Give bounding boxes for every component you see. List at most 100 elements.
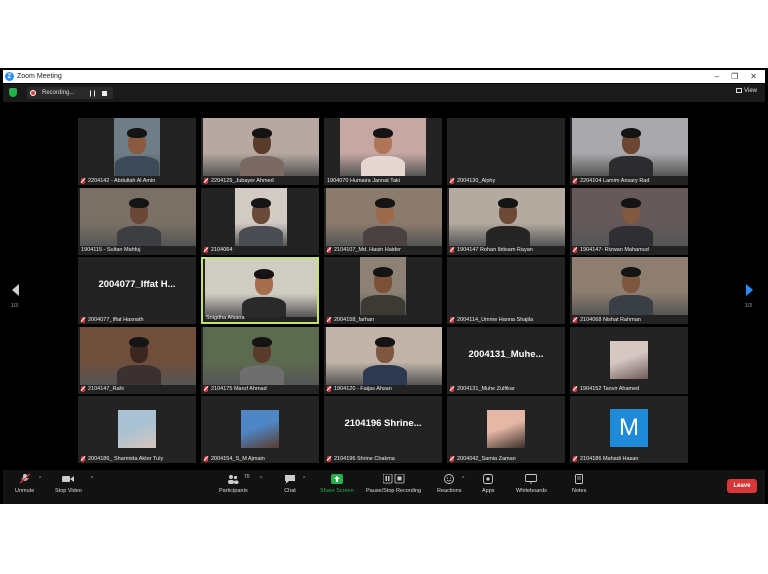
participant-video xyxy=(360,257,406,316)
participant-hair xyxy=(621,197,641,208)
pause-recording-icon[interactable]: ❙❙ xyxy=(88,90,97,97)
participant-hair xyxy=(127,128,147,138)
page-indicator-left: 1/3 xyxy=(11,303,18,309)
participant-tile-2104196-shrine-chakma[interactable]: 2104196 Shrine... 2104196 Shrine Chakma xyxy=(324,396,442,464)
participant-name-label: 2004158_farhan xyxy=(324,315,442,324)
participant-tile-2104186-mahadi-hasan[interactable]: M 2104186 Mahadi Hasan xyxy=(570,396,688,464)
participant-tile-2104068-nishat-rahman[interactable]: 2104068 Nishat Rahman xyxy=(570,257,688,325)
participant-body xyxy=(117,364,161,385)
participant-video xyxy=(203,326,319,385)
participant-tile-2004130-alphy[interactable]: 2004130_Alphy xyxy=(447,118,565,185)
participant-tile-2104107-md-hasin-haider[interactable]: 2104107_Md. Hasin Haider xyxy=(324,187,442,255)
participant-name-label: 2004042_Samia Zaman xyxy=(447,454,565,463)
participant-video xyxy=(80,326,196,385)
participant-body xyxy=(609,156,653,176)
participant-video xyxy=(80,187,196,246)
share-screen-button[interactable]: Share Screen xyxy=(320,474,354,494)
unmute-label: Unmute xyxy=(15,488,35,494)
participant-display-name: 2104196 Shrine... xyxy=(344,418,422,430)
next-page-arrow-icon[interactable] xyxy=(746,284,753,296)
leave-button[interactable]: Leave xyxy=(727,479,757,493)
notes-button[interactable]: Notes xyxy=(572,474,586,494)
participant-tile-1904152-tanvir-ahamed[interactable]: 1904152 Tanvir Ahamed xyxy=(570,326,688,394)
participant-name-label: 1904152 Tanvir Ahamed xyxy=(570,385,688,394)
participant-name: 2104064 xyxy=(211,247,233,254)
participant-hair xyxy=(251,197,271,208)
close-icon[interactable]: ✕ xyxy=(750,72,757,81)
participant-name: 2204104 Lamim Ansary Rad xyxy=(580,177,650,184)
unmute-button[interactable]: Unmute xyxy=(15,474,34,494)
participant-tile-2004114-umme-hanna-shajila[interactable]: 2004114_Umme Hanna Shajila xyxy=(447,257,565,325)
participant-tile-1904115-sultan-mahfuj[interactable]: 1904115 - Sultan Mahfuj xyxy=(78,187,196,255)
reactions-button[interactable]: Reactions xyxy=(437,474,461,494)
audio-options-caret-icon[interactable]: ^ xyxy=(39,476,41,482)
view-grid-icon xyxy=(736,88,743,93)
participant-video xyxy=(326,187,442,246)
reactions-smiley-icon xyxy=(444,474,455,484)
whiteboards-button[interactable]: Whiteboards xyxy=(516,474,547,494)
notes-label: Notes xyxy=(572,488,587,494)
participant-body xyxy=(240,364,284,385)
participant-name-label: 2104068 Nishat Rahman xyxy=(570,315,688,324)
participant-name: 2104147_Rahi xyxy=(88,386,124,393)
chat-button[interactable]: Chat xyxy=(284,474,296,494)
participant-hair xyxy=(254,269,274,280)
participant-tile-2004158-farhan[interactable]: 2004158_farhan xyxy=(324,257,442,325)
participant-tile-2204104-lamim-ansary-rad[interactable]: 2204104 Lamim Ansary Rad xyxy=(570,118,688,185)
participant-hair xyxy=(375,197,395,208)
apps-button[interactable]: Apps xyxy=(482,474,495,494)
muted-mic-icon xyxy=(81,455,85,462)
participants-count: 70 xyxy=(244,474,250,480)
minimize-icon[interactable]: – xyxy=(715,72,719,81)
muted-mic-icon xyxy=(573,316,577,323)
participant-tile-2004186-sharmida-akter-tuly[interactable]: 2004186_ Sharmida Akter Tuly xyxy=(78,396,196,464)
participant-tile-2004131-muhe-zulfikar[interactable]: 2004131_Muhe... 2004131_Muhe Zulfikar xyxy=(447,326,565,394)
participant-tile-1904070-humaira-jannat-taki[interactable]: 1904070 Humaira Jannat Taki xyxy=(324,118,442,185)
pause-stop-recording-button[interactable]: Pause/Stop Recording xyxy=(366,474,421,494)
participant-tile-1904120-faijas-ahsan[interactable]: 1904120 - Faijas Ahsan xyxy=(324,326,442,394)
participants-options-caret-icon[interactable]: ^ xyxy=(260,476,262,482)
participant-display-name: 2004131_Muhe... xyxy=(468,348,544,360)
participant-tile-2104064[interactable]: 2104064 xyxy=(201,187,319,255)
participant-tile-2104175-maruf-ahmad[interactable]: 2104175 Maruf Ahmad xyxy=(201,326,319,394)
participant-tile-2104147-rahi[interactable]: 2104147_Rahi xyxy=(78,326,196,394)
chat-options-caret-icon[interactable]: ^ xyxy=(303,476,305,482)
participant-tile-2004154-s-m-ajmain[interactable]: 2004154_S_M Ajmain xyxy=(201,396,319,464)
participant-name-label: 2204129_Jubayer Ahmed xyxy=(201,176,319,185)
view-button[interactable]: View xyxy=(736,88,757,94)
participant-hair xyxy=(252,128,272,138)
security-shield-icon[interactable] xyxy=(9,88,17,97)
apps-label: Apps xyxy=(482,488,495,494)
participant-name-label: Snigdha Afsana xyxy=(203,313,317,322)
participant-body xyxy=(363,364,407,385)
reactions-options-caret-icon[interactable]: ^ xyxy=(462,476,464,482)
participant-tile-snigdha-afsana[interactable]: Snigdha Afsana xyxy=(201,257,319,325)
participant-name: 2204142 - Abdullah Al Amin xyxy=(88,177,156,184)
participant-name-label: 1904120 - Faijas Ahsan xyxy=(324,385,442,394)
participant-tile-2204129-jubayer-ahmed[interactable]: 2204129_Jubayer Ahmed xyxy=(201,118,319,185)
restore-icon[interactable]: ❐ xyxy=(731,72,738,81)
participants-label: Participants xyxy=(219,488,248,494)
stop-recording-icon[interactable] xyxy=(102,90,107,96)
participant-tile-1904147-rohan-ibtisam-rayan[interactable]: 1904147 Rohan Ibtisam Rayan xyxy=(447,187,565,255)
muted-mic-icon xyxy=(450,177,454,184)
muted-mic-icon xyxy=(450,247,454,254)
participant-tile-1904147-rizwan-mahamud[interactable]: 1904147- Rizwan Mahamud xyxy=(570,187,688,255)
participant-name: 2104175 Maruf Ahmad xyxy=(211,386,267,393)
video-options-caret-icon[interactable]: ^ xyxy=(91,476,93,482)
participant-name-label: 1904070 Humaira Jannat Taki xyxy=(324,176,442,185)
muted-mic-icon xyxy=(573,386,577,393)
participant-video xyxy=(326,326,442,385)
participant-name: 1904147 Rohan Ibtisam Rayan xyxy=(457,247,533,254)
muted-microphone-icon xyxy=(19,474,31,484)
stop-video-button[interactable]: Stop Video xyxy=(55,474,82,494)
participant-tile-2204142-abdullah-al-amin[interactable]: 2204142 - Abdullah Al Amin xyxy=(78,118,196,185)
participant-name: 2004131_Muhe Zulfikar xyxy=(457,386,515,393)
participant-tile-2004077-iffat-hasnath[interactable]: 2004077_Iffat H... 2004077_Iffat Hasnath xyxy=(78,257,196,325)
participant-video xyxy=(114,118,160,176)
participant-tile-2004042-samia-zaman[interactable]: 2004042_Samia Zaman xyxy=(447,396,565,464)
participant-hair xyxy=(621,267,641,278)
meeting-toolbar: Unmute ^ Stop Video ^ Participants 70 ^ … xyxy=(3,470,765,504)
muted-mic-icon xyxy=(573,455,577,462)
previous-page-arrow-icon[interactable] xyxy=(12,284,19,296)
